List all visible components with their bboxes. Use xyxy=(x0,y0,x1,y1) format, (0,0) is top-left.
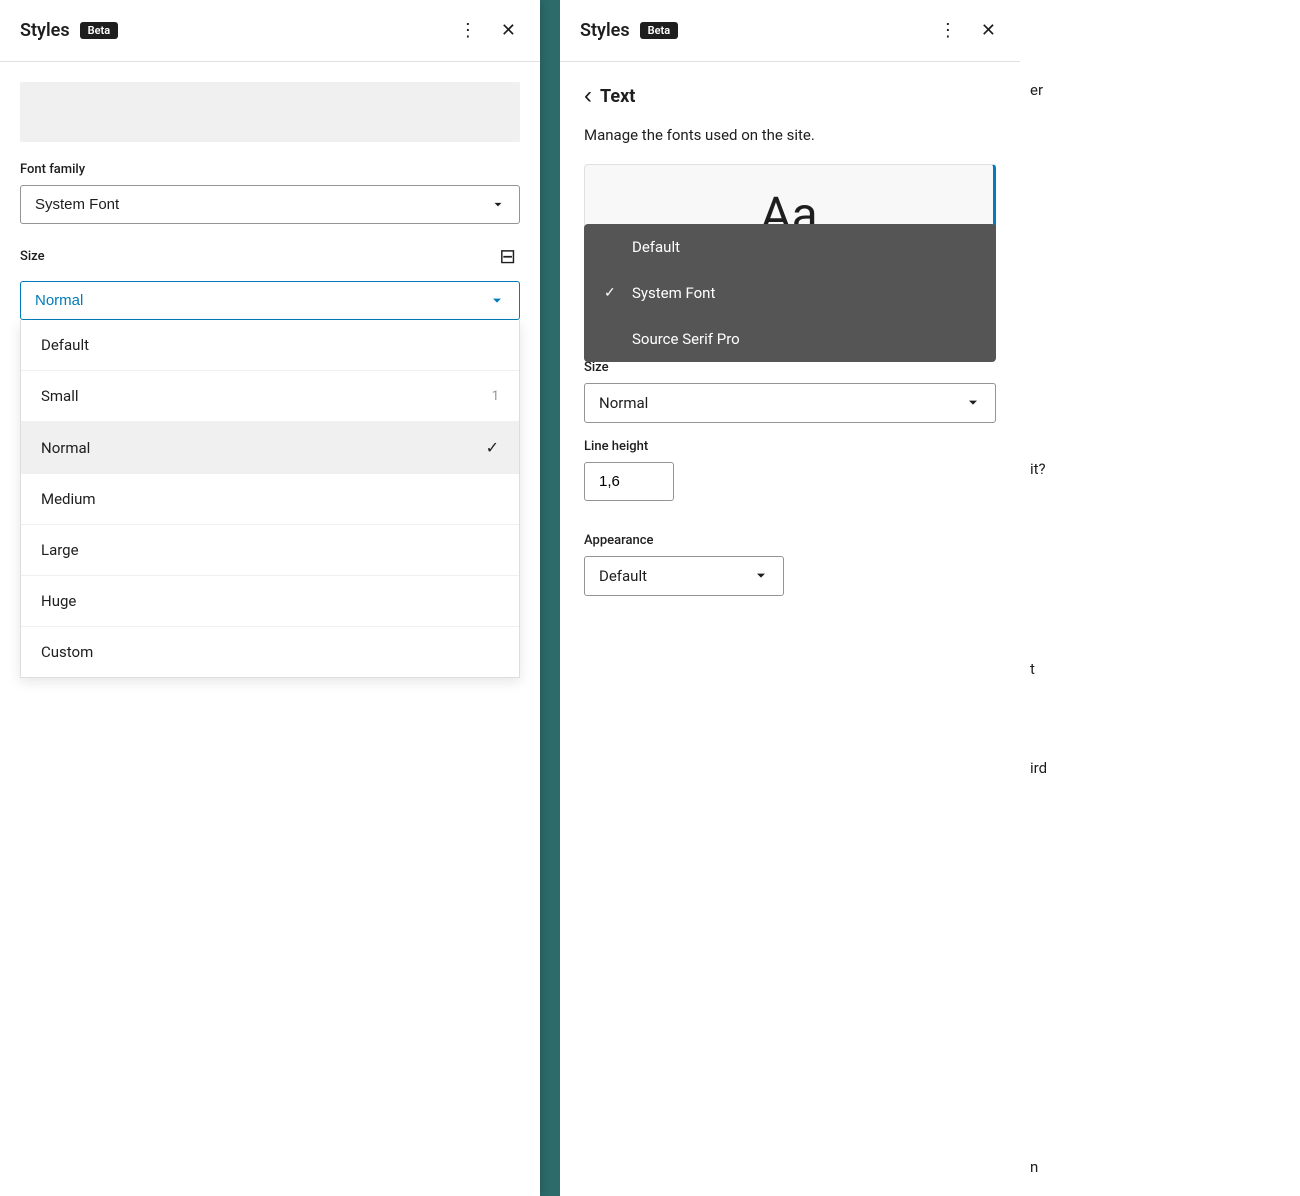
right-size-select[interactable]: Normal xyxy=(584,383,996,423)
size-sliders-button[interactable]: ⊟ xyxy=(495,240,520,273)
appearance-label: Appearance xyxy=(584,533,996,548)
panel-gap xyxy=(540,0,560,1196)
back-chevron-icon: ‹ xyxy=(584,82,592,110)
right-more-button[interactable]: ⋮ xyxy=(935,16,961,45)
right-close-button[interactable]: ✕ xyxy=(977,16,1000,45)
font-option-source-serif[interactable]: Source Serif Pro xyxy=(584,316,996,362)
size-option-small[interactable]: Small 1 xyxy=(21,371,519,422)
size-select-wrapper: Normal Default Small 1 Normal ✓ xyxy=(20,281,520,320)
font-preview-section: Aa Default ✓ System Font Source Serif Pr… xyxy=(584,164,996,264)
overflow-right-area: er it? t ird n xyxy=(1020,0,1300,1196)
right-size-chevron-icon xyxy=(965,395,981,411)
size-option-large[interactable]: Large xyxy=(21,525,519,576)
font-default-label: Default xyxy=(632,238,680,256)
right-close-icon: ✕ xyxy=(981,20,996,41)
left-close-button[interactable]: ✕ xyxy=(497,16,520,45)
font-family-label: Font family xyxy=(20,162,520,177)
overflow-text-ird: ird xyxy=(1030,758,1290,777)
close-icon: ✕ xyxy=(501,20,516,41)
back-button[interactable]: ‹ xyxy=(584,82,592,110)
left-preview-area xyxy=(20,82,520,142)
font-family-value: System Font xyxy=(35,196,119,213)
overflow-text-t: t xyxy=(1030,659,1290,678)
left-header-actions: ⋮ ✕ xyxy=(455,16,520,45)
left-panel-title-text: Styles xyxy=(20,20,70,41)
right-beta-badge: Beta xyxy=(640,22,679,39)
font-family-chevron-icon xyxy=(491,198,505,212)
line-height-label: Line height xyxy=(584,439,996,454)
right-panel-title-text: Styles xyxy=(580,20,630,41)
font-source-serif-label: Source Serif Pro xyxy=(632,330,740,348)
font-option-default[interactable]: Default xyxy=(584,224,996,270)
right-header-actions: ⋮ ✕ xyxy=(935,16,1000,45)
font-family-select-wrapper: System Font xyxy=(20,185,520,224)
system-check: ✓ xyxy=(604,285,620,301)
right-size-value: Normal xyxy=(599,394,648,412)
font-dropdown: Default ✓ System Font Source Serif Pro xyxy=(584,224,996,362)
line-height-input[interactable] xyxy=(584,462,674,501)
back-header: ‹ Text xyxy=(560,62,1020,126)
overflow-text-top: er xyxy=(1030,80,1290,99)
left-styles-panel: Styles Beta ⋮ ✕ Font family System Font … xyxy=(0,0,540,1196)
size-dropdown-menu: Default Small 1 Normal ✓ Medium Large xyxy=(20,320,520,678)
overflow-text-it: it? xyxy=(1030,459,1290,478)
left-panel-header: Styles Beta ⋮ ✕ xyxy=(0,0,540,62)
overflow-text-n: n xyxy=(1030,1157,1290,1176)
appearance-select[interactable]: Default xyxy=(584,556,784,596)
size-option-default[interactable]: Default xyxy=(21,320,519,371)
size-option-normal[interactable]: Normal ✓ xyxy=(21,422,519,474)
appearance-chevron-icon xyxy=(753,568,769,584)
size-option-custom[interactable]: Custom xyxy=(21,627,519,677)
normal-checkmark: ✓ xyxy=(486,438,499,457)
left-more-button[interactable]: ⋮ xyxy=(455,16,481,45)
font-system-label: System Font xyxy=(632,284,715,302)
size-header: Size ⊟ xyxy=(20,240,520,273)
size-selected-value: Normal xyxy=(35,292,83,309)
right-size-label: Size xyxy=(584,360,996,375)
right-more-icon: ⋮ xyxy=(939,20,957,41)
right-panel-fields: Size Normal Line height Appearance Defau… xyxy=(560,344,1020,1196)
size-chevron-icon xyxy=(489,293,505,309)
size-option-huge[interactable]: Huge xyxy=(21,576,519,627)
section-title: Text xyxy=(600,86,635,107)
size-select[interactable]: Normal xyxy=(20,281,520,320)
font-family-select[interactable]: System Font xyxy=(20,185,520,224)
right-panel-title: Styles Beta xyxy=(580,20,678,41)
size-label: Size xyxy=(20,249,45,264)
left-beta-badge: Beta xyxy=(80,22,119,39)
left-panel-content: Font family System Font Size ⊟ Normal xyxy=(0,62,540,1196)
section-description: Manage the fonts used on the site. xyxy=(560,126,1020,164)
left-panel-title: Styles Beta xyxy=(20,20,118,41)
sliders-icon: ⊟ xyxy=(499,244,516,269)
font-option-system[interactable]: ✓ System Font xyxy=(584,270,996,316)
right-panel-header: Styles Beta ⋮ ✕ xyxy=(560,0,1020,62)
right-styles-panel: Styles Beta ⋮ ✕ ‹ Text Manage the fonts … xyxy=(560,0,1020,1196)
size-option-medium[interactable]: Medium xyxy=(21,474,519,525)
appearance-value: Default xyxy=(599,567,647,585)
more-icon: ⋮ xyxy=(459,20,477,41)
